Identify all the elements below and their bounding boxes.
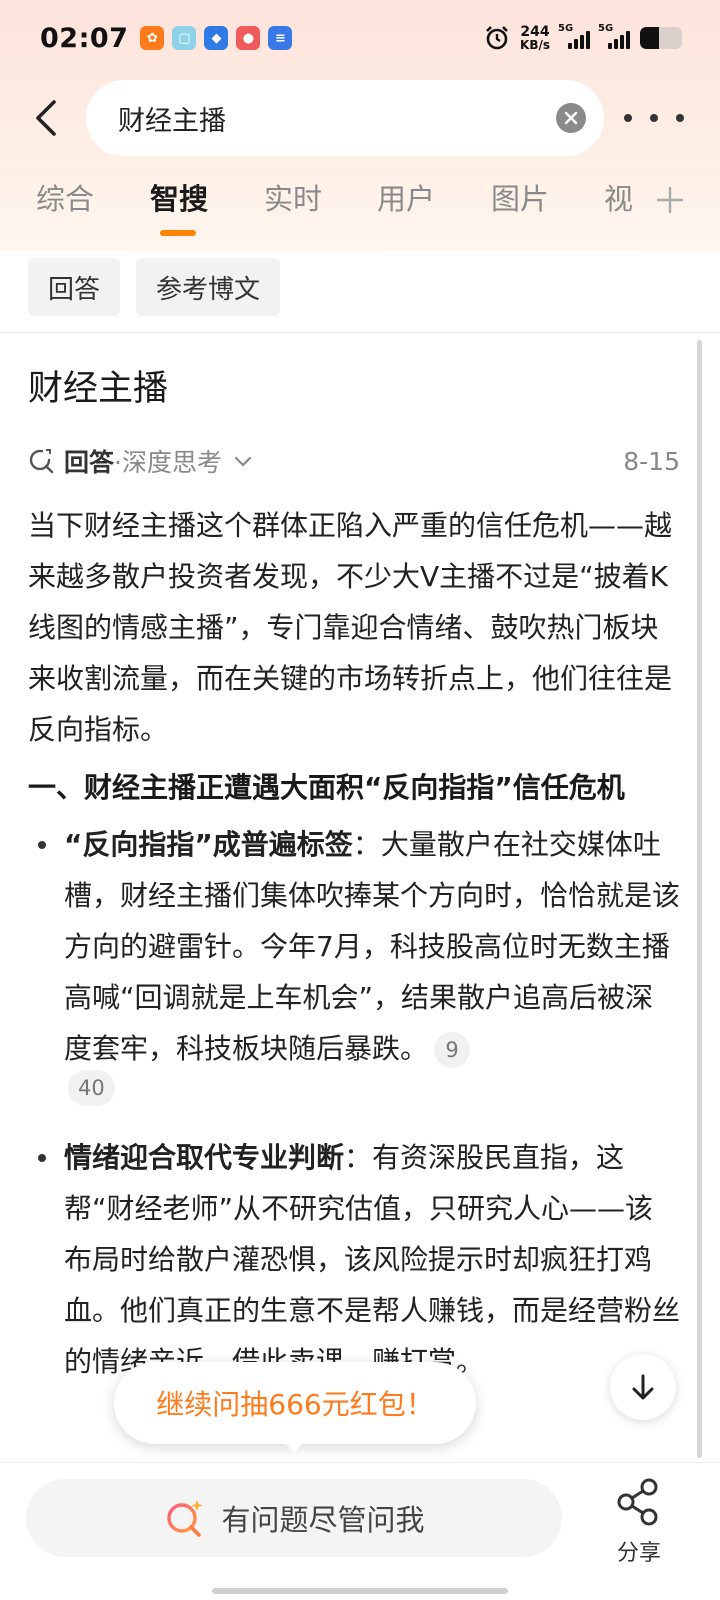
tab-realtime[interactable]: 实时 [264,176,322,218]
ai-search-icon [167,1500,203,1537]
notification-icons: ✿ ▢ ◆ ● ≡ [140,26,293,50]
plus-icon [656,186,684,214]
section-heading: 一、财经主播正遭遇大面积“反向指指”信任危机 [28,771,625,804]
promo-text: 继续问抽666元红包！ [156,1388,434,1421]
answer-content: 财经主播 回答 ·深度思考 8-15 当下财经主播这个群体正陷入严重的信任危机—… [28,338,680,1387]
point-text: ：有资深股民直指，这帮“财经老师”从不研究估值，只研究人心——该布局时给散户灌恐… [64,1141,681,1378]
tab-images[interactable]: 图片 [491,176,549,218]
list-item: 情绪迎合取代专业判断：有资深股民直指，这帮“财经老师”从不研究估值，只研究人心—… [28,1132,680,1387]
search-tabs: 综合 智搜 实时 用户 图片 视 [0,176,720,236]
home-indicator[interactable] [212,1588,508,1594]
status-time: 02:07 [40,22,129,54]
app-notification-icon: ◆ [204,26,229,50]
point-heading: 情绪迎合取代专业判断 [64,1141,345,1174]
promo-bubble-tail [282,1440,306,1452]
chevron-left-icon [36,100,56,136]
point-heading: “反向指指”成普遍标签 [64,828,353,861]
tab-smart-search[interactable]: 智搜 [150,176,208,218]
share-icon [617,1478,658,1526]
answer-intro: 当下财经主播这个群体正陷入严重的信任危机——越来越多散户投资者发现，不少大V主播… [28,509,673,746]
app-notification-icon: ▢ [172,26,197,50]
clear-search-button[interactable] [556,103,586,133]
signal-icon: 5G [598,23,630,49]
list-item: “反向指指”成普遍标签：大量散户在社交媒体吐槽，财经主播们集体吹捧某个方向时，恰… [28,819,680,1074]
share-button[interactable]: 分享 [606,1477,672,1567]
answer-label: 回答 [64,448,115,477]
citation-badge[interactable]: 9 [434,1032,471,1068]
ask-placeholder: 有问题尽管问我 [221,1503,425,1537]
refresh-search-icon [29,449,54,474]
network-speed: 244 KB/s [520,24,550,52]
answer-filter-chips: 回答 参考博文 [28,258,281,316]
close-icon [564,111,578,125]
bullet [38,1154,46,1162]
arrow-down-icon [632,1374,654,1400]
bottom-bar: 有问题尽管问我 分享 [0,1462,720,1600]
answer-date: 8-15 [623,446,680,476]
app-notification-icon: ✿ [140,26,165,50]
back-button[interactable] [26,94,66,142]
chip-reference-posts[interactable]: 参考博文 [136,258,281,316]
citation-badge[interactable]: 40 [68,1070,115,1106]
signal-icon: 5G [558,23,590,49]
deep-thinking-toggle[interactable]: ·深度思考 [114,443,222,479]
answer-meta: 回答 ·深度思考 8-15 [28,444,680,478]
promo-bubble[interactable]: 继续问抽666元红包！ [114,1362,476,1444]
search-input[interactable]: 财经主播 [86,80,604,156]
add-tab-button[interactable] [652,182,688,218]
app-notification-icon: ● [236,26,261,50]
citation-row: 40 [28,1070,680,1106]
answer-points: “反向指指”成普遍标签：大量散户在社交媒体吐槽，财经主播们集体吹捧某个方向时，恰… [28,819,680,1387]
ask-input[interactable]: 有问题尽管问我 [26,1479,562,1557]
scrollbar[interactable] [697,340,702,1458]
app-notification-icon: ≡ [268,26,293,50]
status-bar: 02:07 ✿ ▢ ◆ ● ≡ 244 KB/s 5G 5G [0,0,720,76]
chevron-down-icon[interactable] [232,450,254,472]
tab-comprehensive[interactable]: 综合 [36,176,94,218]
chip-answer[interactable]: 回答 [28,258,121,316]
search-query: 财经主播 [118,105,226,137]
answer-title: 财经主播 [28,369,169,409]
tab-video[interactable]: 视 [604,176,633,218]
point-text: ：大量散户在社交媒体吐槽，财经主播们集体吹捧某个方向时，恰恰就是该方向的避雷针。… [64,828,681,1065]
share-label: 分享 [616,1541,661,1566]
active-tab-indicator [160,230,196,236]
more-options-button[interactable] [624,100,684,136]
tab-users[interactable]: 用户 [377,176,435,218]
divider [0,332,720,333]
scroll-to-bottom-button[interactable] [610,1354,676,1420]
alarm-icon [486,26,508,50]
battery-icon [640,27,682,49]
bullet [38,841,46,849]
